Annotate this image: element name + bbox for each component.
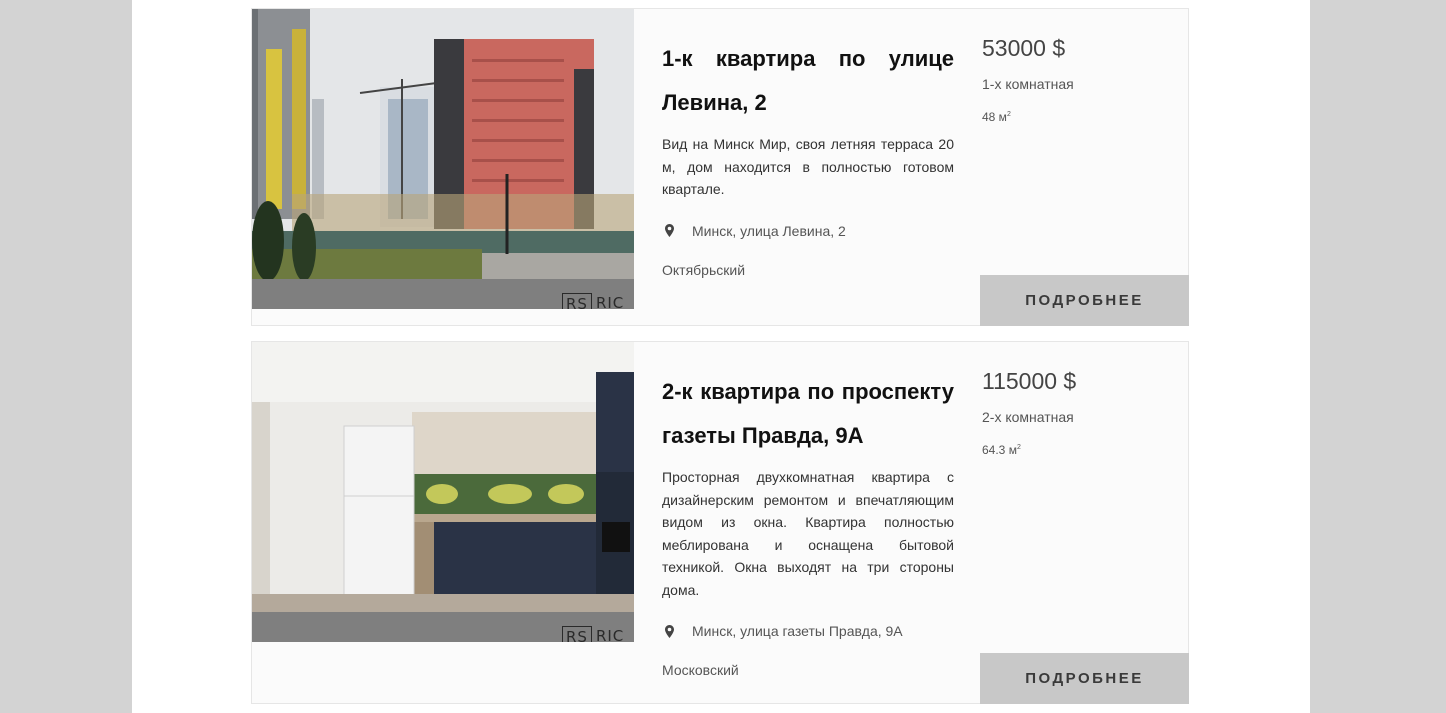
listing-title[interactable]: 1-к квартира по улице Левина, 2 — [662, 37, 954, 125]
listing-description: Просторная двухкомнатная квартира с диза… — [662, 469, 954, 598]
listing-address: Минск, улица газеты Правда, 9А — [662, 620, 954, 642]
watermark-text: RIC — [595, 627, 625, 642]
listings-page: RS RIC 1-к квартира по улице Левина, 2 Ви… — [132, 0, 1310, 713]
building-exterior-photo — [252, 9, 634, 279]
watermark-box-text: RS — [562, 293, 592, 309]
kitchen-interior-photo — [252, 342, 634, 612]
listing-price: 115000 $ — [982, 368, 1077, 394]
area-unit-superscript: 2 — [1016, 444, 1021, 451]
listing-info: 1-к квартира по улице Левина, 2 Вид на М… — [662, 37, 954, 278]
listing-description: Вид на Минск Мир, своя летняя терраса 20… — [662, 136, 954, 197]
listing-area: 48 м2 — [982, 110, 1182, 124]
watermark-box-text: RS — [562, 626, 592, 642]
listing-card: RS RIC 1-к квартира по улице Левина, 2 Ви… — [251, 8, 1189, 326]
listing-summary: 115000 $ 2-х комнатная 64.3 м2 — [982, 366, 1182, 457]
address-text: Минск, улица газеты Правда, 9А — [692, 623, 903, 639]
listing-area: 64.3 м2 — [982, 443, 1182, 457]
map-pin-icon — [665, 224, 674, 237]
listing-photo[interactable]: RS RIC — [252, 342, 634, 642]
listing-district: Октябрьский — [662, 261, 746, 278]
listing-address: Минск, улица Левина, 2 — [662, 220, 954, 242]
address-text: Минск, улица Левина, 2 — [692, 222, 846, 239]
listing-district: Московский — [662, 662, 739, 678]
map-pin-icon — [665, 624, 674, 638]
listing-card: RS RIC 2-к квартира по проспекту газеты П… — [251, 341, 1189, 704]
listing-rooms: 1-х комнатная — [982, 76, 1074, 92]
area-value: 48 м — [982, 110, 1007, 124]
listing-summary: 53000 $ 1-х комнатная 48 м2 — [982, 33, 1182, 124]
area-value: 64.3 м — [982, 443, 1017, 457]
watermark-text: RIC — [595, 294, 625, 309]
listing-info: 2-к квартира по проспекту газеты Правда,… — [662, 370, 954, 678]
photo-watermark: RS RIC — [562, 293, 634, 309]
photo-watermark: RS RIC — [562, 626, 634, 642]
listing-price: 53000 $ — [982, 35, 1066, 61]
details-button[interactable]: ПОДРОБНЕЕ — [980, 275, 1189, 326]
listing-rooms: 2-х комнатная — [982, 409, 1074, 425]
listing-photo[interactable]: RS RIC — [252, 9, 634, 309]
area-unit-superscript: 2 — [1006, 111, 1011, 118]
details-button[interactable]: ПОДРОБНЕЕ — [980, 653, 1189, 704]
listing-title[interactable]: 2-к квартира по проспекту газеты Правда,… — [662, 370, 954, 458]
